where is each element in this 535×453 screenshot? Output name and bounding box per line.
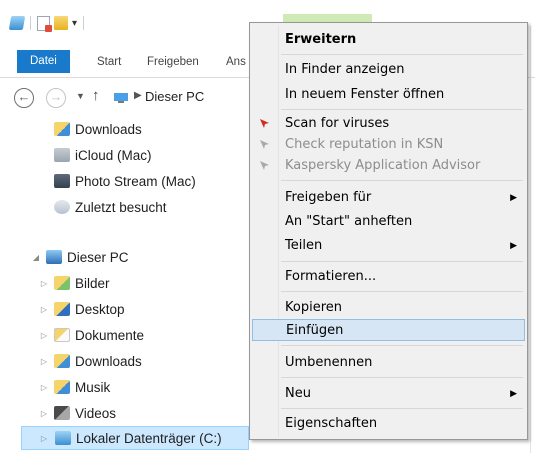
nav-item-local-drive-c[interactable]: ▷ Lokaler Datenträger (C:) [21, 426, 249, 450]
menu-item-formatieren[interactable]: Formatieren... [252, 266, 525, 288]
nav-item-label: Videos [75, 406, 117, 421]
menu-separator [281, 345, 523, 346]
nav-item-this-pc[interactable]: ◢ Dieser PC [33, 246, 129, 270]
menu-separator [281, 54, 523, 55]
downloads-folder-icon [54, 122, 70, 136]
expand-arrow-icon[interactable]: ▷ [38, 298, 50, 322]
nav-item-label: Dieser PC [67, 250, 129, 265]
downloads-folder-icon [54, 354, 70, 368]
menu-item-label: Freigeben für [285, 190, 372, 205]
nav-item-label: Musik [75, 380, 111, 395]
nav-item-label: iCloud (Mac) [75, 148, 152, 163]
nav-item-recent-places[interactable]: Zuletzt besucht [54, 196, 167, 220]
nav-item-bilder[interactable]: ▷ Bilder [41, 272, 110, 296]
nav-item-label: Lokaler Datenträger (C:) [76, 431, 222, 446]
menu-item-label: Neu [285, 386, 311, 401]
expand-arrow-icon[interactable]: ▷ [38, 376, 50, 400]
nav-item-label: Downloads [75, 354, 142, 369]
submenu-arrow-icon: ▶ [510, 193, 517, 203]
kaspersky-ksn-icon [259, 139, 270, 150]
menu-separator [281, 109, 523, 110]
forward-button[interactable]: → [46, 88, 66, 108]
nav-item-label: Downloads [75, 122, 142, 137]
menu-item-freigeben-fuer[interactable]: Freigeben für ▶ [252, 187, 525, 209]
menu-separator [281, 377, 523, 378]
menu-item-label: Kaspersky Application Advisor [285, 158, 481, 173]
up-button[interactable]: ↑ [92, 87, 100, 104]
photo-stream-icon [54, 174, 70, 188]
nav-item-desktop[interactable]: ▷ Desktop [41, 298, 125, 322]
menu-separator [281, 180, 523, 181]
nav-item-label: Photo Stream (Mac) [75, 174, 196, 189]
toolbar-separator [30, 16, 31, 30]
kaspersky-advisor-icon [259, 160, 270, 171]
nav-item-downloads[interactable]: Downloads [54, 118, 142, 142]
menu-item-einfuegen[interactable]: Einfügen [252, 319, 525, 341]
toolbar-separator [83, 16, 85, 30]
nav-item-downloads-pc[interactable]: ▷ Downloads [41, 350, 142, 374]
menu-separator [281, 408, 523, 409]
menu-item-check-reputation-ksn: Check reputation in KSN [252, 134, 525, 156]
nav-item-label: Desktop [75, 302, 125, 317]
nav-item-photo-stream[interactable]: Photo Stream (Mac) [54, 170, 196, 194]
expand-arrow-icon[interactable]: ▷ [38, 324, 50, 348]
tab-datei[interactable]: Datei [17, 50, 70, 73]
icloud-icon [54, 148, 70, 162]
drive-icon [8, 16, 26, 30]
menu-item-in-finder-anzeigen[interactable]: In Finder anzeigen [252, 59, 525, 81]
window-right-edge [530, 26, 531, 453]
breadcrumb-this-pc[interactable]: Dieser PC [145, 89, 204, 104]
menu-item-scan-for-viruses[interactable]: Scan for viruses [252, 113, 525, 135]
music-folder-icon [54, 380, 70, 394]
menu-item-in-neuem-fenster-oeffnen[interactable]: In neuem Fenster öffnen [252, 84, 525, 106]
expand-arrow-icon[interactable]: ▷ [38, 427, 50, 451]
menu-separator [281, 291, 523, 292]
tab-freigeben[interactable]: Freigeben [137, 51, 209, 73]
menu-item-teilen[interactable]: Teilen ▶ [252, 235, 525, 257]
this-pc-icon [46, 250, 62, 264]
recent-locations-dropdown-icon[interactable]: ▼ [76, 91, 85, 101]
customize-toolbar-dropdown-icon[interactable]: ▾ [72, 18, 77, 29]
menu-item-label: Scan for viruses [285, 116, 390, 131]
recent-places-icon [54, 200, 70, 214]
menu-item-kaspersky-application-advisor: Kaspersky Application Advisor [252, 155, 525, 177]
navigation-pane: Downloads iCloud (Mac) Photo Stream (Mac… [0, 116, 250, 453]
menu-item-erweitern[interactable]: Erweitern [252, 29, 525, 51]
kaspersky-scan-icon [259, 118, 270, 129]
this-pc-icon [114, 93, 128, 103]
submenu-arrow-icon: ▶ [510, 389, 517, 399]
properties-icon[interactable] [37, 15, 52, 32]
collapse-arrow-icon[interactable]: ◢ [30, 246, 42, 270]
nav-item-label: Bilder [75, 276, 110, 291]
nav-item-label: Dokumente [75, 328, 145, 343]
menu-item-neu[interactable]: Neu ▶ [252, 383, 525, 405]
nav-item-dokumente[interactable]: ▷ Dokumente [41, 324, 145, 348]
menu-item-label: Check reputation in KSN [285, 137, 444, 152]
expand-arrow-icon[interactable]: ▷ [38, 402, 50, 426]
context-menu: Erweitern In Finder anzeigen In neuem Fe… [249, 22, 528, 440]
expand-arrow-icon[interactable]: ▷ [38, 350, 50, 374]
desktop-folder-icon [54, 302, 70, 316]
documents-folder-icon [54, 328, 70, 342]
tab-start[interactable]: Start [87, 51, 131, 73]
menu-item-eigenschaften[interactable]: Eigenschaften [252, 413, 525, 435]
videos-folder-icon [54, 406, 70, 420]
submenu-arrow-icon: ▶ [510, 241, 517, 251]
new-folder-icon[interactable] [54, 16, 68, 30]
nav-item-label: Zuletzt besucht [75, 200, 167, 215]
expand-arrow-icon[interactable]: ▷ [38, 272, 50, 296]
back-button[interactable]: ← [14, 88, 34, 108]
pictures-folder-icon [54, 276, 70, 290]
menu-item-kopieren[interactable]: Kopieren [252, 297, 525, 319]
menu-item-umbenennen[interactable]: Umbenennen [252, 352, 525, 374]
nav-item-musik[interactable]: ▷ Musik [41, 376, 111, 400]
menu-separator [281, 261, 523, 262]
nav-item-icloud[interactable]: iCloud (Mac) [54, 144, 152, 168]
nav-item-videos[interactable]: ▷ Videos [41, 402, 117, 426]
menu-item-label: Teilen [285, 238, 323, 253]
local-drive-icon [55, 431, 71, 445]
menu-item-an-start-anheften[interactable]: An "Start" anheften [252, 211, 525, 233]
breadcrumb-chevron-icon[interactable]: ▶ [134, 90, 142, 101]
quick-access-toolbar: ▾ [8, 14, 86, 32]
